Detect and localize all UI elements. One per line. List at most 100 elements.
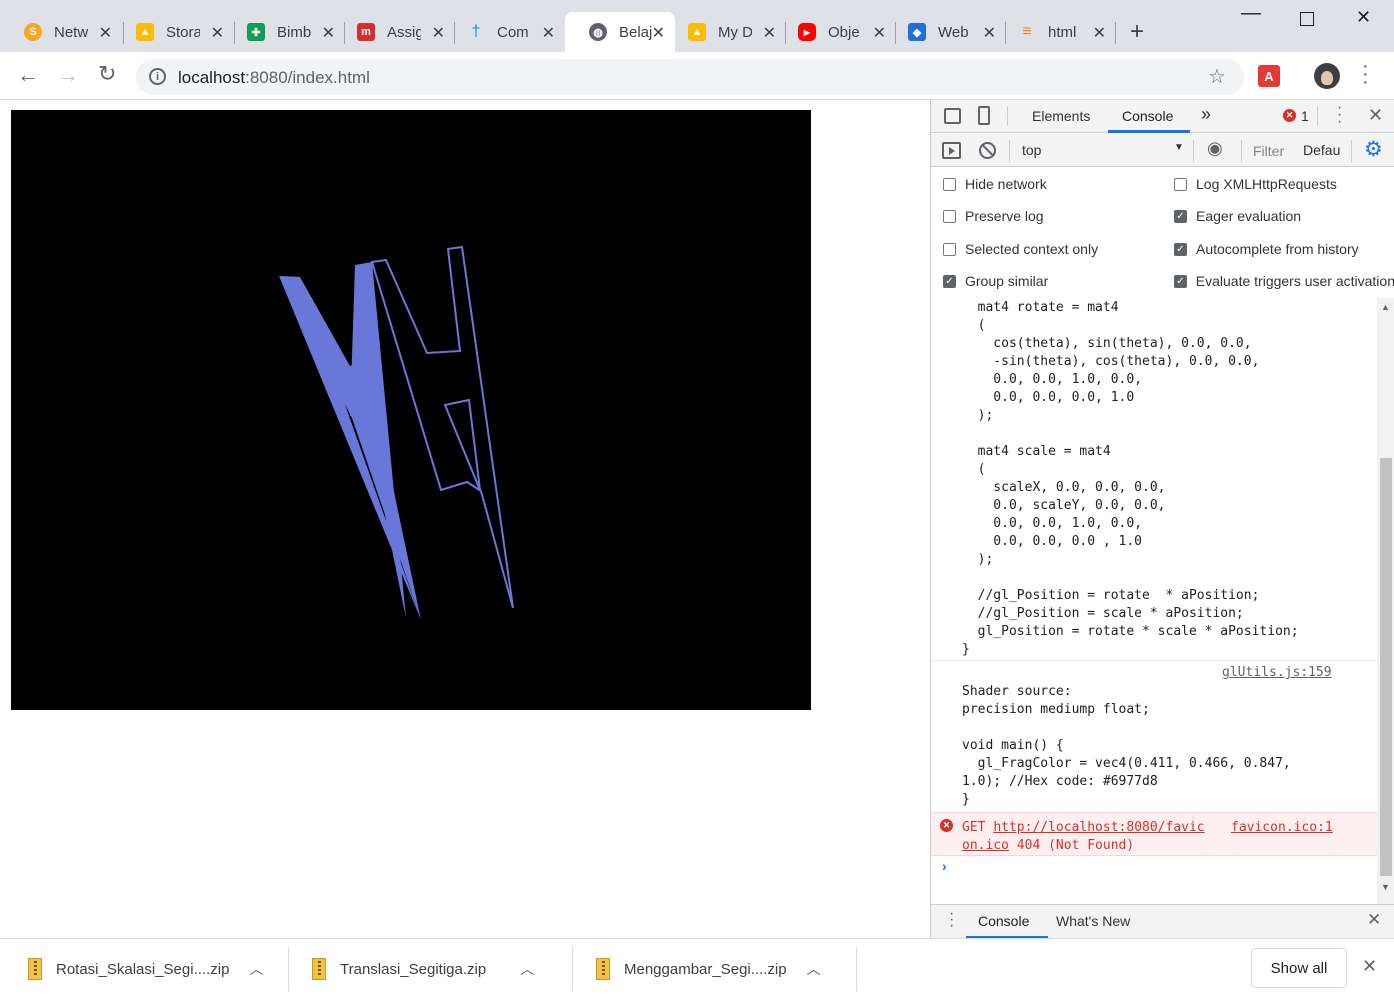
pdf-extension-icon[interactable]: A (1258, 65, 1280, 87)
error-icon[interactable]: ✕ (1283, 109, 1296, 122)
new-tab-icon[interactable]: + (1130, 18, 1144, 46)
eye-icon[interactable]: ◉ (1207, 138, 1223, 159)
log-levels-dropdown[interactable]: Defau (1303, 142, 1343, 158)
close-tab-icon[interactable]: ✕ (652, 23, 665, 43)
checkmark-icon[interactable]: ✓ (943, 274, 956, 288)
minimize-icon[interactable]: — (1241, 2, 1261, 25)
console-scrollbar[interactable]: ▲ ▼ (1377, 298, 1394, 904)
tab-title: Web (938, 23, 969, 41)
checkbox-icon[interactable] (943, 209, 956, 223)
browser-tab[interactable]: † Com ✕ (443, 12, 565, 52)
checkbox-icon[interactable] (943, 177, 956, 191)
close-devtools-icon[interactable]: ✕ (1368, 105, 1383, 126)
chevron-up-icon[interactable]: ︿ (807, 959, 821, 979)
scroll-down-icon[interactable]: ▼ (1381, 882, 1390, 892)
error-method: GET (962, 820, 994, 835)
forward-icon[interactable]: → (57, 62, 79, 88)
download-item[interactable]: Translasi_Segitiga.zip ︿ (312, 939, 534, 999)
scroll-up-icon[interactable]: ▲ (1381, 302, 1390, 312)
error-url-continued[interactable]: on.ico (962, 838, 1009, 853)
evaluate-triggers-checkbox[interactable]: ✓ Evaluate triggers user activation (1174, 273, 1394, 289)
log-divider (931, 660, 1377, 661)
sidebar-toggle-icon[interactable] (942, 142, 961, 159)
hide-network-checkbox[interactable]: Hide network (943, 176, 1047, 192)
close-tab-icon[interactable]: ✕ (542, 23, 555, 43)
url-port: :8080 (245, 68, 288, 87)
console-prompt-icon[interactable]: › (942, 858, 947, 874)
toolbar-divider (1007, 106, 1008, 126)
checkmark-icon[interactable]: ✓ (1174, 209, 1187, 223)
error-source-link[interactable]: favicon.ico:1 (1231, 819, 1333, 837)
maximize-icon[interactable] (1300, 12, 1314, 26)
chevron-up-icon[interactable]: ︿ (249, 959, 263, 979)
more-tabs-icon[interactable]: » (1201, 104, 1211, 125)
chevron-down-icon[interactable]: ▼ (1174, 142, 1184, 153)
error-text-line2: on.ico 404 (Not Found) (962, 837, 1134, 855)
checkmark-icon[interactable]: ✓ (1174, 242, 1187, 256)
webgl-canvas[interactable] (11, 110, 811, 710)
preserve-log-checkbox[interactable]: Preserve log (943, 208, 1044, 224)
browser-tab[interactable]: m Assig ✕ (333, 12, 455, 52)
reload-icon[interactable]: ↻ (98, 61, 116, 87)
browser-tab[interactable]: ◆ Web ✕ (884, 12, 1006, 52)
inspect-element-icon[interactable] (944, 108, 961, 124)
download-filename: Rotasi_Skalasi_Segi....zip (56, 960, 230, 978)
close-tab-icon[interactable]: ✕ (1093, 23, 1106, 43)
back-icon[interactable]: ← (17, 62, 39, 88)
avatar[interactable] (1314, 63, 1340, 89)
filter-input[interactable]: Filter (1253, 143, 1284, 159)
context-selector[interactable]: top (1022, 142, 1041, 158)
browser-tab[interactable]: ▶ Obje ✕ (774, 12, 896, 52)
show-all-button[interactable]: Show all (1251, 948, 1347, 988)
close-downloads-icon[interactable]: ✕ (1362, 956, 1377, 977)
checkbox-icon[interactable] (1174, 177, 1187, 191)
info-icon[interactable]: i (149, 68, 166, 85)
clear-console-icon[interactable] (979, 142, 996, 159)
url-text[interactable]: localhost:8080/index.html (178, 68, 370, 88)
checkmark-icon[interactable]: ✓ (1174, 274, 1187, 288)
download-item[interactable]: Menggambar_Segi....zip ︿ (596, 939, 821, 999)
tab-title: Belaj (619, 23, 653, 41)
browser-tab-active[interactable]: ◍ Belaj ✕ (565, 12, 675, 52)
browser-tab[interactable]: ▲ My D ✕ (664, 12, 786, 52)
eager-evaluation-checkbox[interactable]: ✓ Eager evaluation (1174, 208, 1301, 224)
checkbox-label: Eager evaluation (1196, 208, 1302, 224)
tab-elements[interactable]: Elements (1032, 108, 1090, 124)
console-output[interactable]: mat4 rotate = mat4 ( cos(theta), sin(the… (931, 298, 1377, 904)
close-window-icon[interactable]: ✕ (1356, 7, 1371, 28)
close-tab-icon[interactable]: ✕ (99, 23, 112, 43)
scrollbar-thumb[interactable] (1380, 458, 1392, 876)
gear-icon[interactable]: ⚙ (1364, 137, 1383, 162)
tab-title: Obje (828, 23, 860, 41)
selected-context-checkbox[interactable]: Selected context only (943, 241, 1098, 257)
bookmark-star-icon[interactable]: ☆ (1208, 64, 1226, 89)
download-item[interactable]: Rotasi_Skalasi_Segi....zip ︿ (28, 939, 263, 999)
toolbar-divider (1351, 140, 1352, 162)
tab-title: Com (497, 23, 529, 41)
drawer-tab-console[interactable]: Console (978, 913, 1029, 929)
chevron-up-icon[interactable]: ︿ (520, 959, 534, 979)
browser-tab[interactable]: ✚ Bimb ✕ (223, 12, 345, 52)
error-url[interactable]: http://localhost:8080/favic (993, 820, 1204, 835)
checkbox-label: Selected context only (965, 241, 1099, 257)
error-count[interactable]: 1 (1301, 108, 1309, 124)
address-bar[interactable]: i localhost:8080/index.html ☆ (136, 59, 1244, 95)
browser-tab[interactable]: ▲ Stora ✕ (112, 12, 234, 52)
checkbox-icon[interactable] (943, 242, 956, 256)
menu-icon[interactable]: · · · (1362, 56, 1369, 92)
checkbox-label: Hide network (965, 176, 1047, 192)
browser-tab[interactable]: S Netw ✕ (0, 12, 122, 52)
group-similar-checkbox[interactable]: ✓ Group similar (943, 273, 1048, 289)
source-link[interactable]: glUtils.js:159 (1222, 665, 1332, 680)
close-tab-icon[interactable]: ✕ (211, 23, 224, 43)
log-xhr-checkbox[interactable]: Log XMLHttpRequests (1174, 176, 1337, 192)
drawer-tab-whats-new[interactable]: What's New (1056, 913, 1130, 929)
tab-console[interactable]: Console (1122, 108, 1173, 124)
drawer-menu-icon[interactable]: · · · (949, 906, 954, 934)
download-filename: Menggambar_Segi....zip (624, 960, 787, 978)
close-drawer-icon[interactable]: ✕ (1367, 910, 1381, 930)
devtools-menu-icon[interactable]: · · · (1337, 100, 1342, 130)
autocomplete-history-checkbox[interactable]: ✓ Autocomplete from history (1174, 241, 1359, 257)
browser-tab[interactable]: ≡ html ✕ (994, 12, 1116, 52)
device-toolbar-icon[interactable] (978, 106, 990, 125)
